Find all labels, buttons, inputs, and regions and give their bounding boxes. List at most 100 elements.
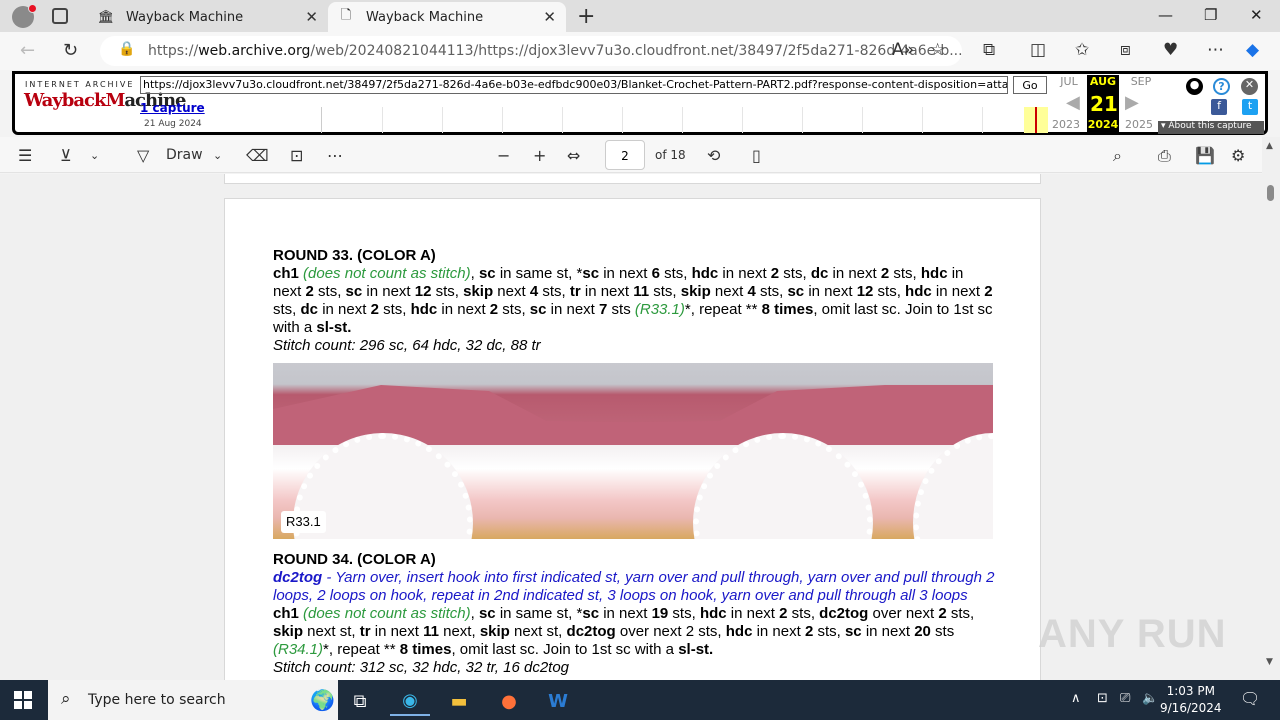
settings-more-icon[interactable]: ⋯ [1207, 40, 1224, 60]
draw-icon[interactable]: ▽ [137, 146, 149, 165]
zoom-in-icon[interactable]: + [533, 146, 546, 165]
scroll-thumb[interactable] [1267, 185, 1274, 201]
facebook-icon[interactable]: f [1211, 99, 1227, 115]
collections-icon[interactable]: ⧈ [1120, 40, 1131, 60]
search-placeholder: Type here to search [88, 692, 226, 708]
taskbar-clock[interactable]: 1:03 PM 9/16/2024 [1160, 683, 1222, 717]
read-aloud-icon[interactable]: A» [892, 40, 914, 60]
file-explorer-icon[interactable]: ▬ [439, 686, 479, 716]
close-tab-icon[interactable]: ✕ [305, 8, 318, 26]
vertical-scrollbar[interactable]: ▲ ▼ [1262, 137, 1280, 680]
pdf-settings-icon[interactable]: ⚙ [1231, 146, 1245, 165]
close-toolbar-icon[interactable]: ✕ [1241, 78, 1258, 95]
favorite-star-icon[interactable]: ☆ [930, 40, 945, 60]
firefox-icon[interactable]: ● [489, 686, 529, 716]
next-year[interactable]: 2025 [1119, 118, 1159, 131]
draw-dropdown-icon[interactable]: ⌄ [213, 149, 222, 162]
logo-part-a: WaybackM [24, 90, 125, 111]
help-icon[interactable]: ? [1213, 78, 1230, 95]
edge-app-icon[interactable]: ◉ [390, 686, 430, 716]
tab-strip: 🏛 Wayback Machine ✕ 🗋 Wayback Machine ✕ … [0, 0, 1280, 32]
user-icon[interactable]: ● [1186, 78, 1203, 95]
round-34-instructions: ch1 (does not count as stitch), sc in sa… [273, 605, 975, 658]
anyrun-watermark: ANY RUN [1038, 612, 1227, 656]
profile-avatar[interactable] [12, 4, 37, 28]
pdf-toolbar: ☰ ⊻ ⌄ ▽ Draw ⌄ ⌫ ⊡ ⋯ − + ⇔ 2 of 18 ⟲ ▯ ⌕… [0, 137, 1280, 173]
wayback-url-input[interactable]: https://djox3levv7u3o.cloudfront.net/384… [140, 76, 1008, 94]
more-tools-icon[interactable]: ⋯ [327, 146, 343, 165]
close-tab-icon[interactable]: ✕ [543, 8, 556, 26]
lock-icon[interactable]: 🔒 [118, 41, 135, 57]
favorites-icon[interactable]: ✩ [1075, 40, 1089, 60]
round-34-title: ROUND 34. (COLOR A) [273, 551, 436, 568]
dc2tog-description: - Yarn over, insert hook into first indi… [273, 569, 995, 604]
tray-chevron-icon[interactable]: ∧ [1071, 691, 1081, 706]
capture-day: 21 [1090, 92, 1118, 116]
scroll-down-icon[interactable]: ▼ [1266, 657, 1273, 667]
tab-wayback-1[interactable]: 🏛 Wayback Machine ✕ [88, 2, 328, 32]
internet-archive-label: INTERNET ARCHIVE [25, 80, 135, 89]
refresh-button[interactable]: ↻ [63, 40, 78, 61]
pdf-page: ROUND 33. (COLOR A) ch1 (does not count … [224, 198, 1041, 680]
highlight-dropdown-icon[interactable]: ⌄ [90, 149, 99, 162]
task-view-icon[interactable]: ⧉ [340, 686, 380, 716]
windows-start-icon[interactable] [14, 691, 32, 709]
prev-capture-arrow-icon[interactable]: ◀ [1066, 92, 1080, 113]
prev-year[interactable]: 2023 [1046, 118, 1086, 131]
erase-icon[interactable]: ⌫ [246, 146, 269, 165]
address-toolbar: ← ↻ 🔒 https://web.archive.org/web/202408… [0, 32, 1280, 70]
network-icon[interactable]: ⎚ [1120, 691, 1130, 706]
extensions-icon[interactable]: ⧉ [983, 40, 995, 60]
volume-icon[interactable]: 🔈 [1142, 691, 1158, 706]
draw-label[interactable]: Draw [166, 147, 203, 163]
restore-button[interactable]: ❐ [1204, 6, 1217, 24]
go-button[interactable]: Go [1013, 76, 1047, 94]
capture-sparkline[interactable] [321, 107, 1049, 133]
twitter-icon[interactable]: t [1242, 99, 1258, 115]
notifications-icon[interactable]: 🗨 [1240, 689, 1260, 708]
split-screen-icon[interactable]: ◫ [1030, 40, 1046, 60]
page-number-input[interactable]: 2 [605, 140, 645, 170]
crochet-photo: R33.1 [273, 363, 993, 539]
document-favicon-icon: 🗋 [340, 8, 352, 23]
current-year: 2024 [1087, 118, 1119, 131]
dc2tog-term: dc2tog [273, 569, 323, 586]
minimize-button[interactable]: — [1158, 6, 1173, 24]
scroll-up-icon[interactable]: ▲ [1266, 141, 1273, 151]
pdf-viewer[interactable]: ROUND 33. (COLOR A) ch1 (does not count … [0, 174, 1262, 680]
address-bar[interactable]: 🔒 https://web.archive.org/web/2024082104… [100, 36, 962, 66]
print-icon[interactable]: ⎙ [1158, 146, 1171, 166]
taskbar-search[interactable]: ⌕ Type here to search 🌍 [48, 680, 338, 720]
table-of-contents-icon[interactable]: ☰ [18, 146, 32, 165]
rotate-icon[interactable]: ⟲ [707, 146, 720, 165]
capture-date: 21 Aug 2024 [144, 119, 202, 129]
performance-icon[interactable]: ♥ [1163, 40, 1178, 60]
about-capture-button[interactable]: ▾ About this capture [1158, 121, 1264, 134]
next-month[interactable]: SEP [1121, 75, 1161, 88]
search-icon: ⌕ [61, 689, 71, 709]
word-icon[interactable]: W [538, 686, 578, 716]
close-window-button[interactable]: ✕ [1250, 6, 1263, 24]
tab-wayback-2[interactable]: 🗋 Wayback Machine ✕ [328, 2, 566, 32]
search-highlight-icon: 🌍 [310, 688, 335, 712]
prev-month[interactable]: JUL [1049, 75, 1089, 88]
round-33-title: ROUND 33. (COLOR A) [273, 247, 436, 264]
text-box-icon[interactable]: ⊡ [290, 146, 303, 165]
page-view-icon[interactable]: ▯ [752, 146, 761, 165]
dc2tog-definition: dc2tog - Yarn over, insert hook into fir… [273, 569, 995, 605]
back-button[interactable]: ← [20, 40, 35, 61]
zoom-out-icon[interactable]: − [497, 146, 510, 165]
fit-width-icon[interactable]: ⇔ [567, 146, 580, 165]
highlight-icon[interactable]: ⊻ [60, 146, 72, 165]
next-capture-arrow-icon[interactable]: ▶ [1125, 92, 1139, 113]
copilot-icon[interactable]: ◆ [1246, 40, 1259, 60]
clock-date: 9/16/2024 [1160, 701, 1222, 715]
captures-link[interactable]: 1 capture [140, 101, 205, 115]
new-tab-button[interactable]: + [577, 4, 595, 29]
meet-now-icon[interactable]: ⊡ [1097, 691, 1108, 706]
page-count: of 18 [655, 148, 686, 162]
tab-title: Wayback Machine [126, 9, 244, 25]
save-icon[interactable]: 💾 [1195, 146, 1215, 165]
search-icon[interactable]: ⌕ [1113, 146, 1122, 166]
tab-actions-icon[interactable] [52, 8, 68, 24]
